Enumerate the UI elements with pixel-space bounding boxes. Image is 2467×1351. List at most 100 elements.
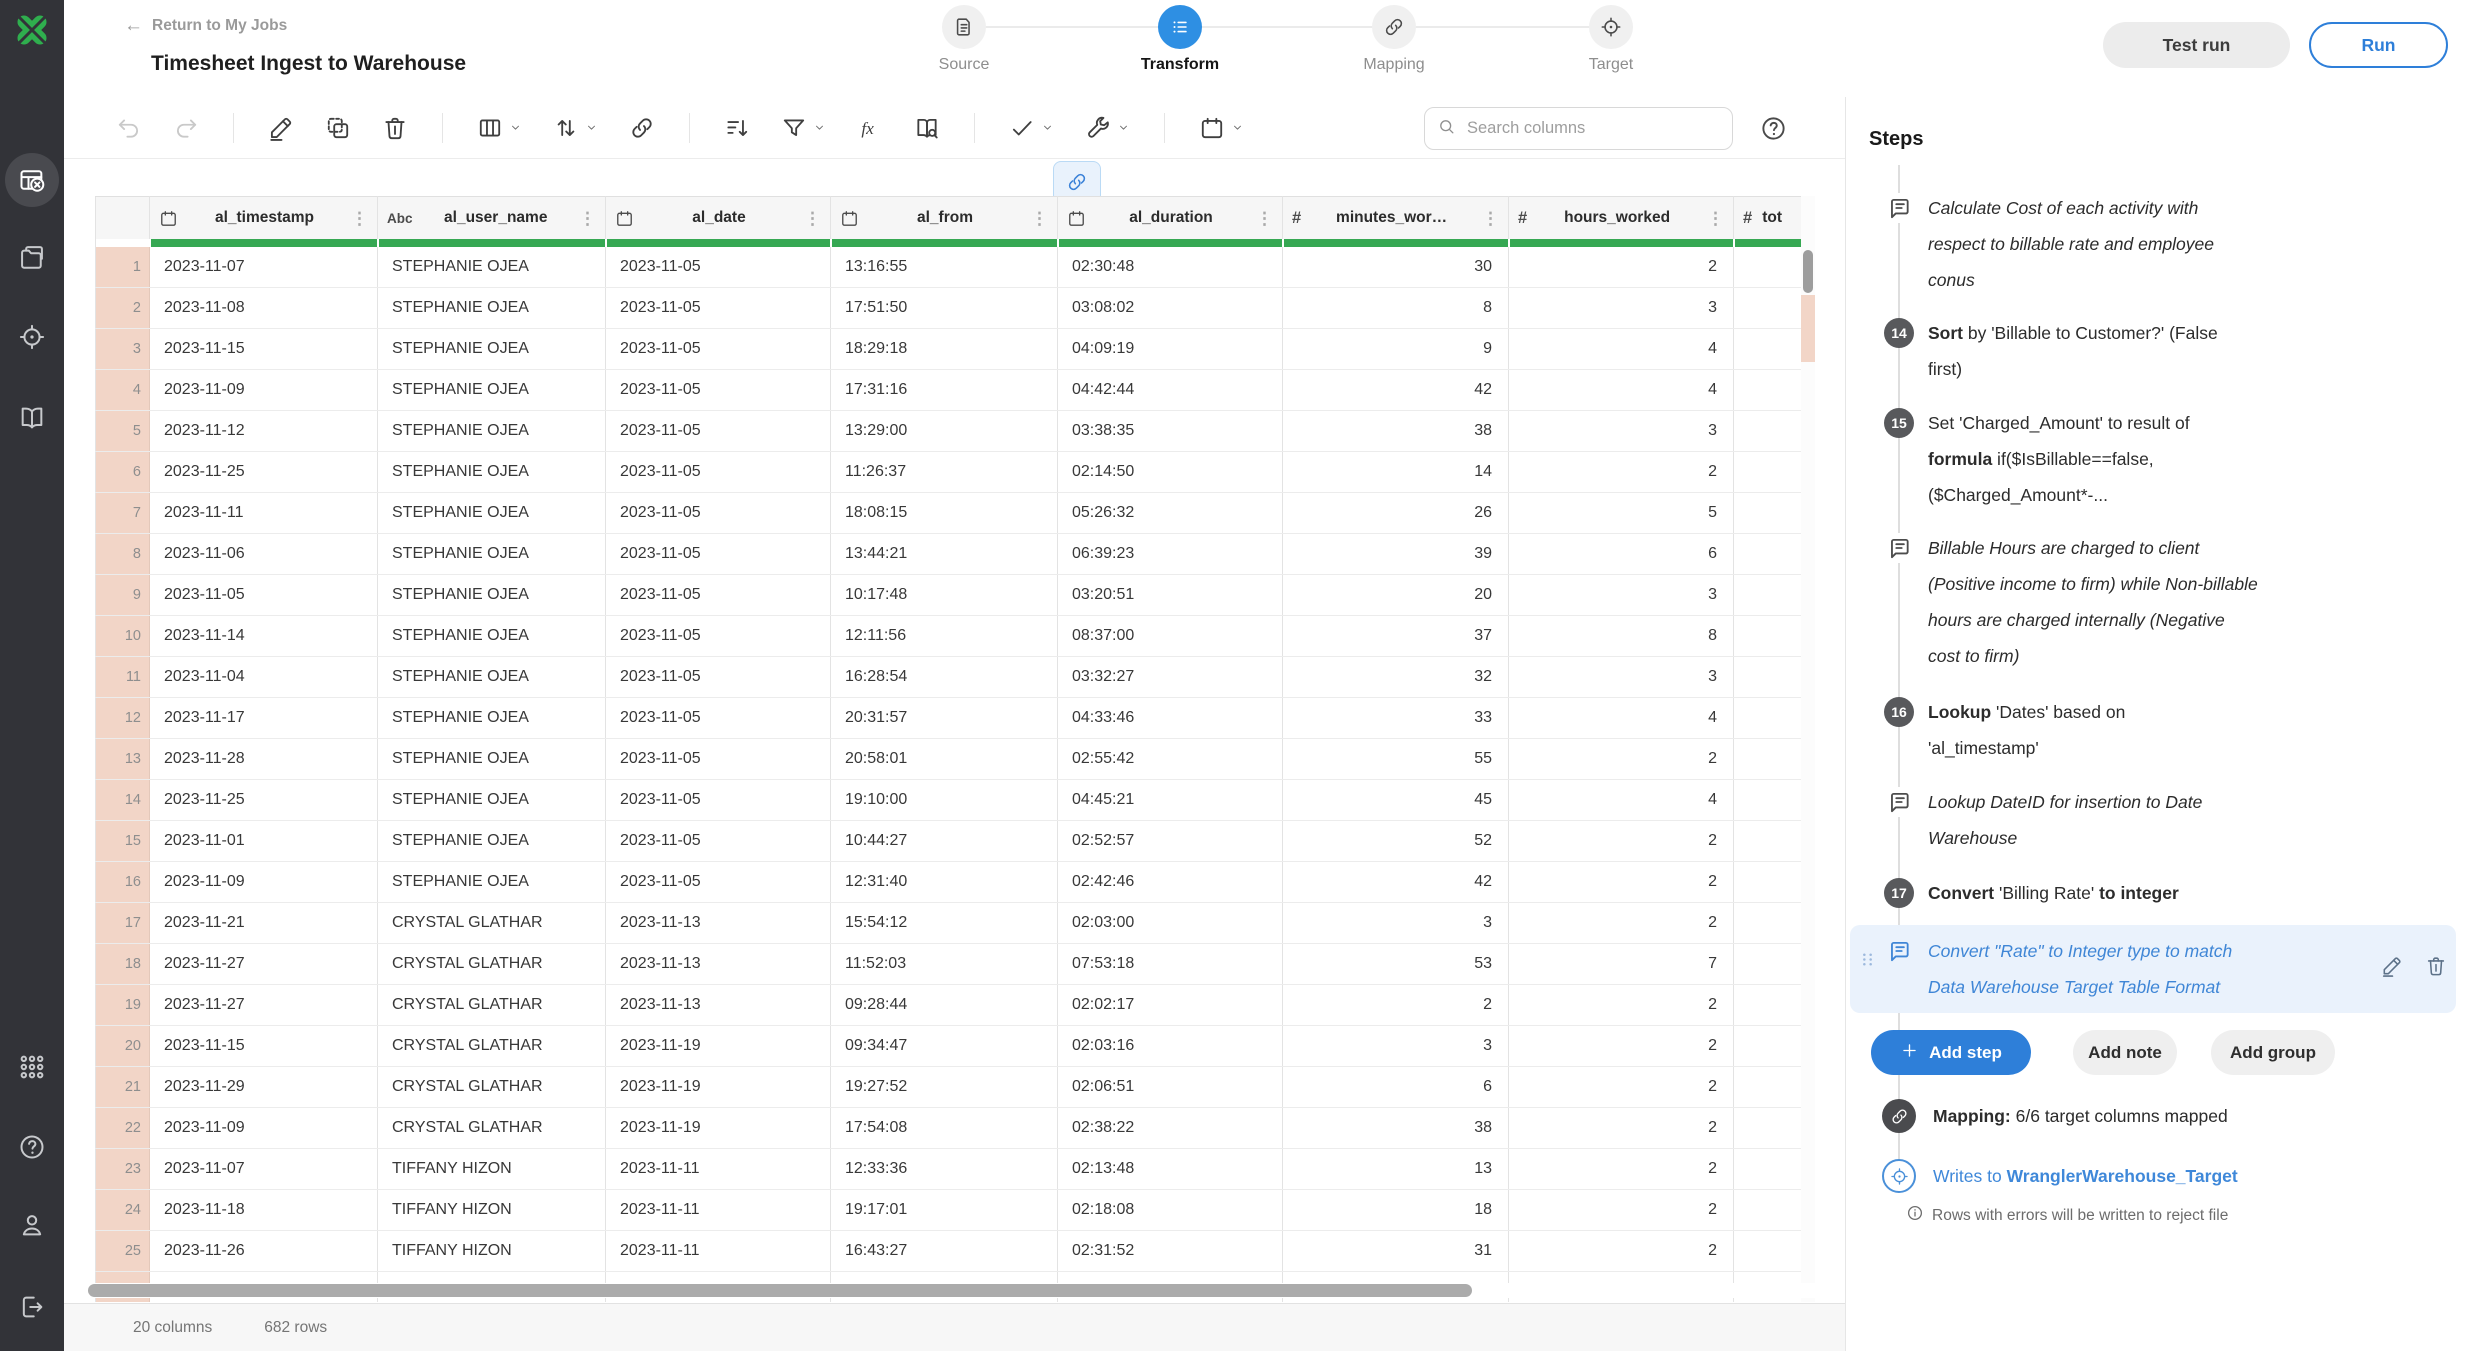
stepper-target[interactable] — [1589, 5, 1633, 49]
row-number[interactable]: 16 — [96, 862, 150, 903]
cell-al_date[interactable]: 2023-11-05 — [606, 739, 831, 780]
cell-al_timestamp[interactable]: 2023-11-29 — [150, 1067, 378, 1108]
cell-tot[interactable] — [1734, 1026, 1802, 1067]
cell-minutes_wor…[interactable]: 26 — [1283, 493, 1509, 534]
cell-al_date[interactable]: 2023-11-05 — [606, 452, 831, 493]
cell-al_date[interactable]: 2023-11-05 — [606, 780, 831, 821]
cell-minutes_wor…[interactable]: 45 — [1283, 780, 1509, 821]
columns-button[interactable] — [475, 113, 524, 143]
cell-al_timestamp[interactable]: 2023-11-06 — [150, 534, 378, 575]
cell-hours_worked[interactable]: 2 — [1509, 1026, 1734, 1067]
row-number[interactable]: 12 — [96, 698, 150, 739]
cell-minutes_wor…[interactable]: 3 — [1283, 1026, 1509, 1067]
cell-al_from[interactable]: 18:29:18 — [831, 329, 1058, 370]
cell-al_timestamp[interactable]: 2023-11-15 — [150, 329, 378, 370]
sidebar-item-apps-grid[interactable] — [0, 1049, 64, 1085]
row-number[interactable]: 10 — [96, 616, 150, 657]
cell-minutes_wor…[interactable]: 2 — [1283, 985, 1509, 1026]
cell-al_from[interactable]: 16:28:54 — [831, 657, 1058, 698]
cell-al_date[interactable]: 2023-11-05 — [606, 247, 831, 288]
row-number[interactable]: 4 — [96, 370, 150, 411]
sidebar-item-target[interactable] — [0, 319, 64, 355]
column-header-al_user_name[interactable]: Abcal_user_name⋮ — [378, 197, 606, 240]
row-number[interactable]: 23 — [96, 1149, 150, 1190]
cell-al_date[interactable]: 2023-11-05 — [606, 370, 831, 411]
cell-al_user_name[interactable]: CRYSTAL GLATHAR — [378, 1067, 606, 1108]
back-link[interactable]: ← Return to My Jobs — [124, 15, 287, 37]
stepper-mapping[interactable] — [1372, 5, 1416, 49]
row-number[interactable]: 19 — [96, 985, 150, 1026]
cell-al_timestamp[interactable]: 2023-11-25 — [150, 452, 378, 493]
cell-al_user_name[interactable]: STEPHANIE OJEA — [378, 821, 606, 862]
cell-hours_worked[interactable]: 2 — [1509, 1190, 1734, 1231]
cell-al_timestamp[interactable]: 2023-11-25 — [150, 780, 378, 821]
cell-al_from[interactable]: 11:52:03 — [831, 944, 1058, 985]
cell-al_duration[interactable]: 02:13:48 — [1058, 1149, 1283, 1190]
cell-hours_worked[interactable]: 8 — [1509, 616, 1734, 657]
cell-tot[interactable] — [1734, 698, 1802, 739]
cell-tot[interactable] — [1734, 452, 1802, 493]
help-icon[interactable] — [1754, 114, 1793, 146]
cell-al_timestamp[interactable]: 2023-11-27 — [150, 985, 378, 1026]
cell-al_user_name[interactable]: STEPHANIE OJEA — [378, 862, 606, 903]
cell-al_date[interactable]: 2023-11-05 — [606, 411, 831, 452]
sidebar-item-user[interactable] — [0, 1207, 64, 1243]
cell-al_user_name[interactable]: STEPHANIE OJEA — [378, 739, 606, 780]
pencil-button[interactable] — [266, 113, 296, 143]
note-item[interactable]: Calculate Cost of each activity with res… — [1846, 190, 2462, 298]
cell-al_timestamp[interactable]: 2023-11-26 — [150, 1231, 378, 1272]
cell-al_date[interactable]: 2023-11-05 — [606, 616, 831, 657]
cell-hours_worked[interactable]: 3 — [1509, 575, 1734, 616]
cell-al_user_name[interactable]: CRYSTAL GLATHAR — [378, 985, 606, 1026]
cell-al_duration[interactable]: 02:30:48 — [1058, 247, 1283, 288]
cell-al_duration[interactable]: 02:03:00 — [1058, 903, 1283, 944]
cell-hours_worked[interactable]: 2 — [1509, 821, 1734, 862]
cell-tot[interactable] — [1734, 780, 1802, 821]
undo-button[interactable] — [114, 113, 144, 143]
column-menu-icon[interactable]: ⋮ — [1256, 210, 1273, 227]
cell-tot[interactable] — [1734, 370, 1802, 411]
column-header-hours_worked[interactable]: #hours_worked⋮ — [1509, 197, 1734, 240]
cell-tot[interactable] — [1734, 493, 1802, 534]
drag-handle-icon[interactable] — [1858, 950, 1877, 974]
step-item-15[interactable]: 15Set 'Charged_Amount' to result of form… — [1846, 405, 2462, 513]
cell-al_user_name[interactable]: STEPHANIE OJEA — [378, 247, 606, 288]
cell-al_user_name[interactable]: STEPHANIE OJEA — [378, 493, 606, 534]
cell-al_user_name[interactable]: STEPHANIE OJEA — [378, 657, 606, 698]
cell-al_timestamp[interactable]: 2023-11-09 — [150, 370, 378, 411]
cell-al_timestamp[interactable]: 2023-11-15 — [150, 1026, 378, 1067]
cell-minutes_wor…[interactable]: 53 — [1283, 944, 1509, 985]
cell-al_duration[interactable]: 04:33:46 — [1058, 698, 1283, 739]
cell-minutes_wor…[interactable]: 42 — [1283, 862, 1509, 903]
wrench-button[interactable] — [1083, 113, 1132, 143]
cell-al_date[interactable]: 2023-11-05 — [606, 329, 831, 370]
row-number[interactable]: 24 — [96, 1190, 150, 1231]
cell-al_duration[interactable]: 02:02:17 — [1058, 985, 1283, 1026]
trash-button[interactable] — [380, 113, 410, 143]
cell-hours_worked[interactable]: 7 — [1509, 944, 1734, 985]
writes-to-target[interactable]: Writes to WranglerWarehouse_Target — [1882, 1159, 2238, 1193]
cell-al_date[interactable]: 2023-11-05 — [606, 821, 831, 862]
cell-al_timestamp[interactable]: 2023-11-07 — [150, 247, 378, 288]
delete-note-icon[interactable] — [2425, 955, 2447, 980]
row-number[interactable]: 22 — [96, 1108, 150, 1149]
cell-tot[interactable] — [1734, 862, 1802, 903]
column-menu-icon[interactable]: ⋮ — [351, 210, 368, 227]
cell-al_from[interactable]: 20:58:01 — [831, 739, 1058, 780]
step-item-14[interactable]: 14Sort by 'Billable to Customer?' (False… — [1846, 315, 2462, 387]
cell-al_timestamp[interactable]: 2023-11-21 — [150, 903, 378, 944]
cell-al_timestamp[interactable]: 2023-11-12 — [150, 411, 378, 452]
filter-button[interactable] — [779, 113, 828, 143]
note-item[interactable]: Lookup DateID for insertion to Date Ware… — [1846, 784, 2462, 856]
cell-al_timestamp[interactable]: 2023-11-01 — [150, 821, 378, 862]
cell-al_from[interactable]: 17:51:50 — [831, 288, 1058, 329]
row-number[interactable]: 17 — [96, 903, 150, 944]
cell-minutes_wor…[interactable]: 18 — [1283, 1190, 1509, 1231]
cell-tot[interactable] — [1734, 616, 1802, 657]
cell-hours_worked[interactable]: 4 — [1509, 780, 1734, 821]
cell-tot[interactable] — [1734, 944, 1802, 985]
cell-al_from[interactable]: 17:54:08 — [831, 1108, 1058, 1149]
cell-al_user_name[interactable]: TIFFANY HIZON — [378, 1231, 606, 1272]
cell-tot[interactable] — [1734, 1190, 1802, 1231]
cell-tot[interactable] — [1734, 1149, 1802, 1190]
